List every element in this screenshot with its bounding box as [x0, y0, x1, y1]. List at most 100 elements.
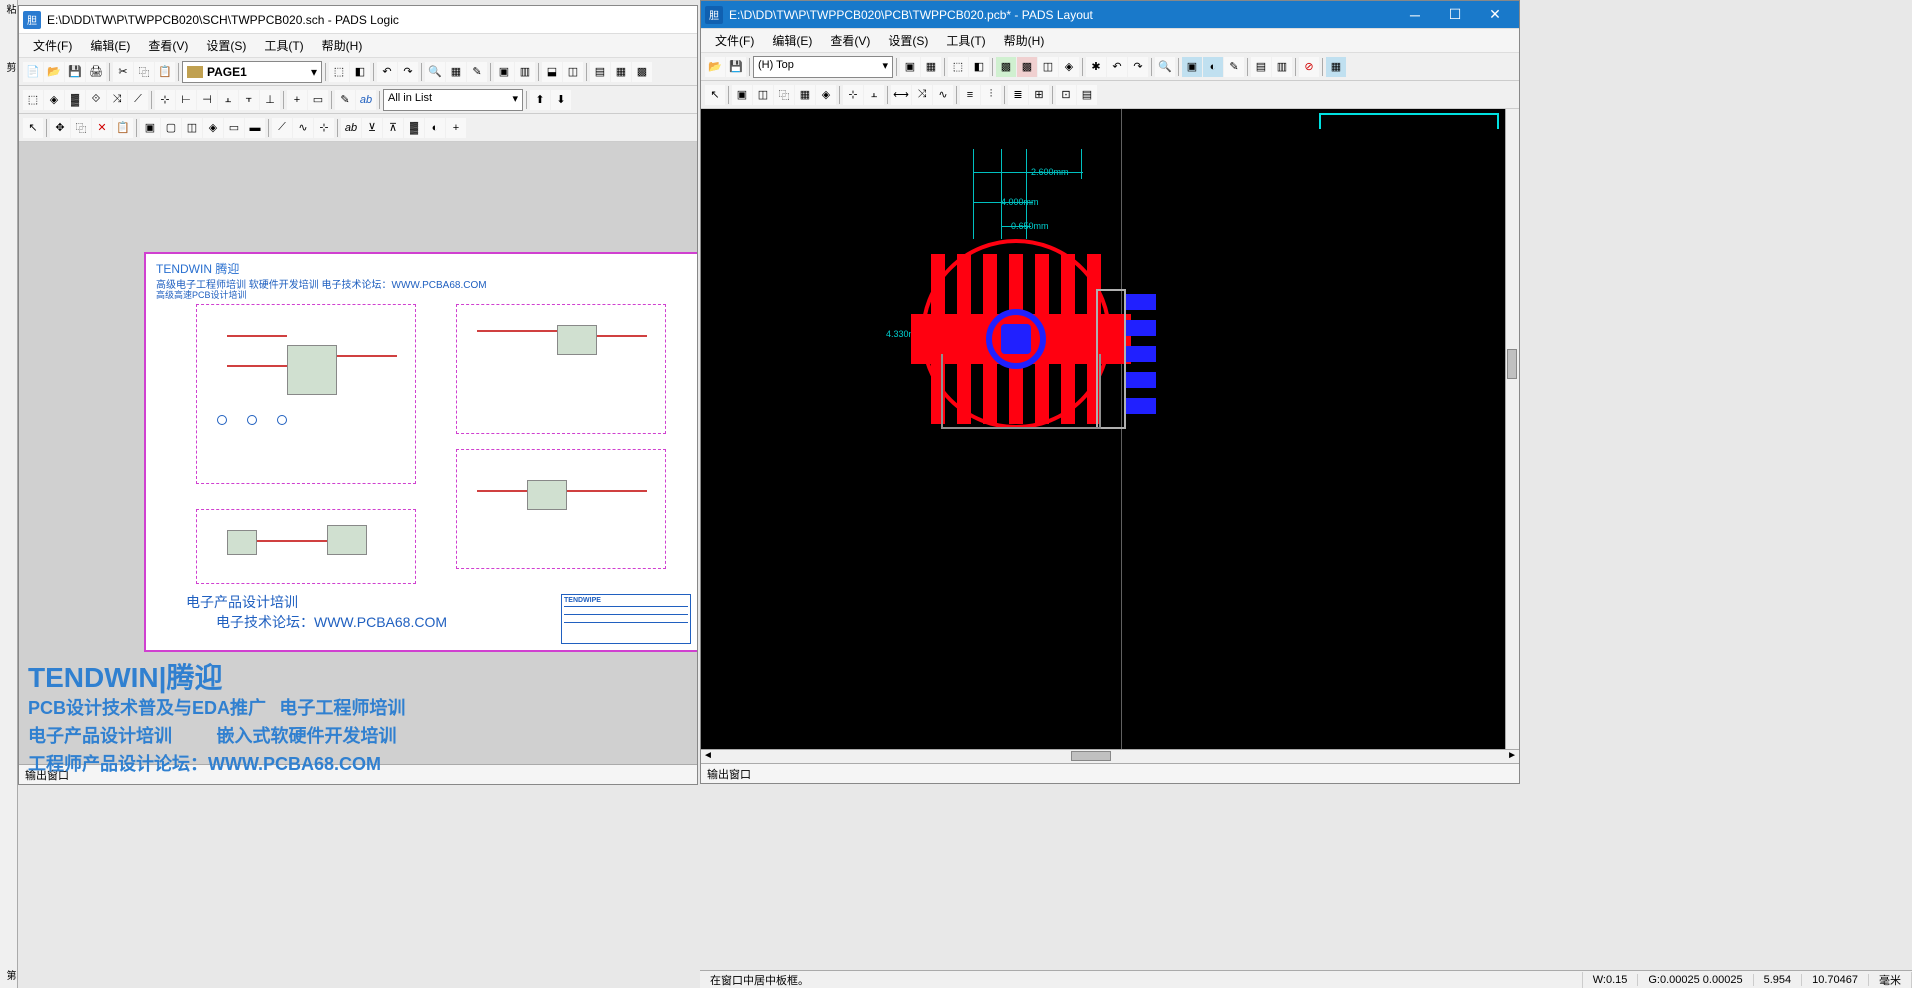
- tool-b-icon[interactable]: ▦: [446, 62, 466, 82]
- filter-selector[interactable]: All in List ▾: [383, 89, 523, 111]
- part-b-icon[interactable]: ▢: [161, 118, 181, 138]
- filter-o-icon[interactable]: ✎: [335, 90, 355, 110]
- lt2-h-icon[interactable]: ⟷: [891, 85, 911, 105]
- lt2-i-icon[interactable]: ⤨: [912, 85, 932, 105]
- cursor-icon[interactable]: ↖: [705, 85, 725, 105]
- redo-icon[interactable]: ↷: [398, 62, 418, 82]
- lt2-p-icon[interactable]: ▤: [1077, 85, 1097, 105]
- menu-help[interactable]: 帮助(H): [314, 35, 371, 56]
- filter-text-icon[interactable]: ab: [356, 90, 376, 110]
- lt-h-icon[interactable]: ◈: [1059, 57, 1079, 77]
- filter-f-icon[interactable]: ⟋: [128, 90, 148, 110]
- lt-e-icon[interactable]: ▩: [996, 57, 1016, 77]
- delete-icon[interactable]: ✕: [92, 118, 112, 138]
- lt-j-icon[interactable]: ◐: [1203, 57, 1223, 77]
- tool-i-icon[interactable]: ▦: [611, 62, 631, 82]
- close-button[interactable]: ✕: [1475, 3, 1515, 27]
- cursor-icon[interactable]: ↖: [23, 118, 43, 138]
- lt2-n-icon[interactable]: ⊞: [1029, 85, 1049, 105]
- maximize-button[interactable]: ☐: [1435, 3, 1475, 27]
- lt-g-icon[interactable]: ◫: [1038, 57, 1058, 77]
- paste-icon[interactable]: 📋: [155, 62, 175, 82]
- lt2-m-icon[interactable]: ≣: [1008, 85, 1028, 105]
- save-icon[interactable]: 💾: [726, 57, 746, 77]
- menu-edit[interactable]: 编辑(E): [82, 35, 138, 56]
- menu-view[interactable]: 查看(V): [140, 35, 196, 56]
- up-arrow-icon[interactable]: ⬆: [530, 90, 550, 110]
- edit-icon[interactable]: 📋: [113, 118, 133, 138]
- scrollbar-horizontal[interactable]: ◄ ►: [701, 749, 1519, 763]
- menu-edit[interactable]: 编辑(E): [764, 30, 820, 51]
- select-icon[interactable]: ⬚: [329, 62, 349, 82]
- attr-f-icon[interactable]: +: [446, 118, 466, 138]
- menu-setup[interactable]: 设置(S): [198, 35, 254, 56]
- layer-selector[interactable]: (H) Top ▾: [753, 56, 893, 78]
- filter-d-icon[interactable]: ⟐: [86, 90, 106, 110]
- duplicate-icon[interactable]: ⿻: [71, 118, 91, 138]
- zoom-icon[interactable]: 🔍: [425, 62, 445, 82]
- lt-l-icon[interactable]: ▤: [1251, 57, 1271, 77]
- lt2-l-icon[interactable]: ⫶: [981, 85, 1001, 105]
- filter-h-icon[interactable]: ⊢: [176, 90, 196, 110]
- part-c-icon[interactable]: ◫: [182, 118, 202, 138]
- menu-setup[interactable]: 设置(S): [880, 30, 936, 51]
- part-a-icon[interactable]: ▣: [140, 118, 160, 138]
- lt-undo-icon[interactable]: ↶: [1107, 57, 1127, 77]
- wire-a-icon[interactable]: ⟋: [272, 118, 292, 138]
- scrollbar-vertical[interactable]: [1505, 109, 1519, 749]
- filter-j-icon[interactable]: ⫠: [218, 90, 238, 110]
- filter-a-icon[interactable]: ⬚: [23, 90, 43, 110]
- undo-icon[interactable]: ↶: [377, 62, 397, 82]
- filter-n-icon[interactable]: ▭: [308, 90, 328, 110]
- lt2-c-icon[interactable]: ⿻: [774, 85, 794, 105]
- open-icon[interactable]: 📂: [44, 62, 64, 82]
- tool-j-icon[interactable]: ▩: [632, 62, 652, 82]
- lt2-d-icon[interactable]: ▦: [795, 85, 815, 105]
- attr-a-icon[interactable]: ab: [341, 118, 361, 138]
- tool-a-icon[interactable]: ◧: [350, 62, 370, 82]
- attr-e-icon[interactable]: ◐: [425, 118, 445, 138]
- filter-k-icon[interactable]: ⫟: [239, 90, 259, 110]
- lt-c-icon[interactable]: ⬚: [948, 57, 968, 77]
- open-icon[interactable]: 📂: [705, 57, 725, 77]
- menu-view[interactable]: 查看(V): [822, 30, 878, 51]
- wire-b-icon[interactable]: ∿: [293, 118, 313, 138]
- lt-search-icon[interactable]: 🔍: [1155, 57, 1175, 77]
- lt2-e-icon[interactable]: ◈: [816, 85, 836, 105]
- menu-help[interactable]: 帮助(H): [996, 30, 1053, 51]
- tool-e-icon[interactable]: ▥: [515, 62, 535, 82]
- lt-redo-icon[interactable]: ↷: [1128, 57, 1148, 77]
- tool-g-icon[interactable]: ◫: [563, 62, 583, 82]
- lt2-f-icon[interactable]: ⊹: [843, 85, 863, 105]
- lt-k-icon[interactable]: ✎: [1224, 57, 1244, 77]
- lt-f-icon[interactable]: ▩: [1017, 57, 1037, 77]
- cut-icon[interactable]: ✂: [113, 62, 133, 82]
- tool-h-icon[interactable]: ▤: [590, 62, 610, 82]
- lt2-a-icon[interactable]: ▣: [732, 85, 752, 105]
- filter-e-icon[interactable]: ⤨: [107, 90, 127, 110]
- lt2-o-icon[interactable]: ⊡: [1056, 85, 1076, 105]
- attr-c-icon[interactable]: ⊼: [383, 118, 403, 138]
- menu-file[interactable]: 文件(F): [707, 30, 762, 51]
- filter-c-icon[interactable]: ▓: [65, 90, 85, 110]
- layout-canvas[interactable]: 2.600mm 4.000mm 0.650mm 4.330mm: [701, 109, 1519, 763]
- menu-file[interactable]: 文件(F): [25, 35, 80, 56]
- lt2-g-icon[interactable]: ⫠: [864, 85, 884, 105]
- attr-d-icon[interactable]: ▓: [404, 118, 424, 138]
- tool-d-icon[interactable]: ▣: [494, 62, 514, 82]
- filter-g-icon[interactable]: ⊹: [155, 90, 175, 110]
- new-icon[interactable]: 📄: [23, 62, 43, 82]
- part-e-icon[interactable]: ▭: [224, 118, 244, 138]
- lt-a-icon[interactable]: ▣: [900, 57, 920, 77]
- layout-titlebar[interactable]: 胆 E:\D\DD\TW\P\TWPPCB020\PCB\TWPPCB020.p…: [701, 1, 1519, 29]
- lt2-b-icon[interactable]: ◫: [753, 85, 773, 105]
- filter-m-icon[interactable]: +: [287, 90, 307, 110]
- move-icon[interactable]: ✥: [50, 118, 70, 138]
- part-d-icon[interactable]: ◈: [203, 118, 223, 138]
- tool-f-icon[interactable]: ⬓: [542, 62, 562, 82]
- lt-i-icon[interactable]: ▣: [1182, 57, 1202, 77]
- filter-l-icon[interactable]: ⊥: [260, 90, 280, 110]
- minimize-button[interactable]: ─: [1395, 3, 1435, 27]
- lt-o-icon[interactable]: ▦: [1326, 57, 1346, 77]
- copy-icon[interactable]: ⿻: [134, 62, 154, 82]
